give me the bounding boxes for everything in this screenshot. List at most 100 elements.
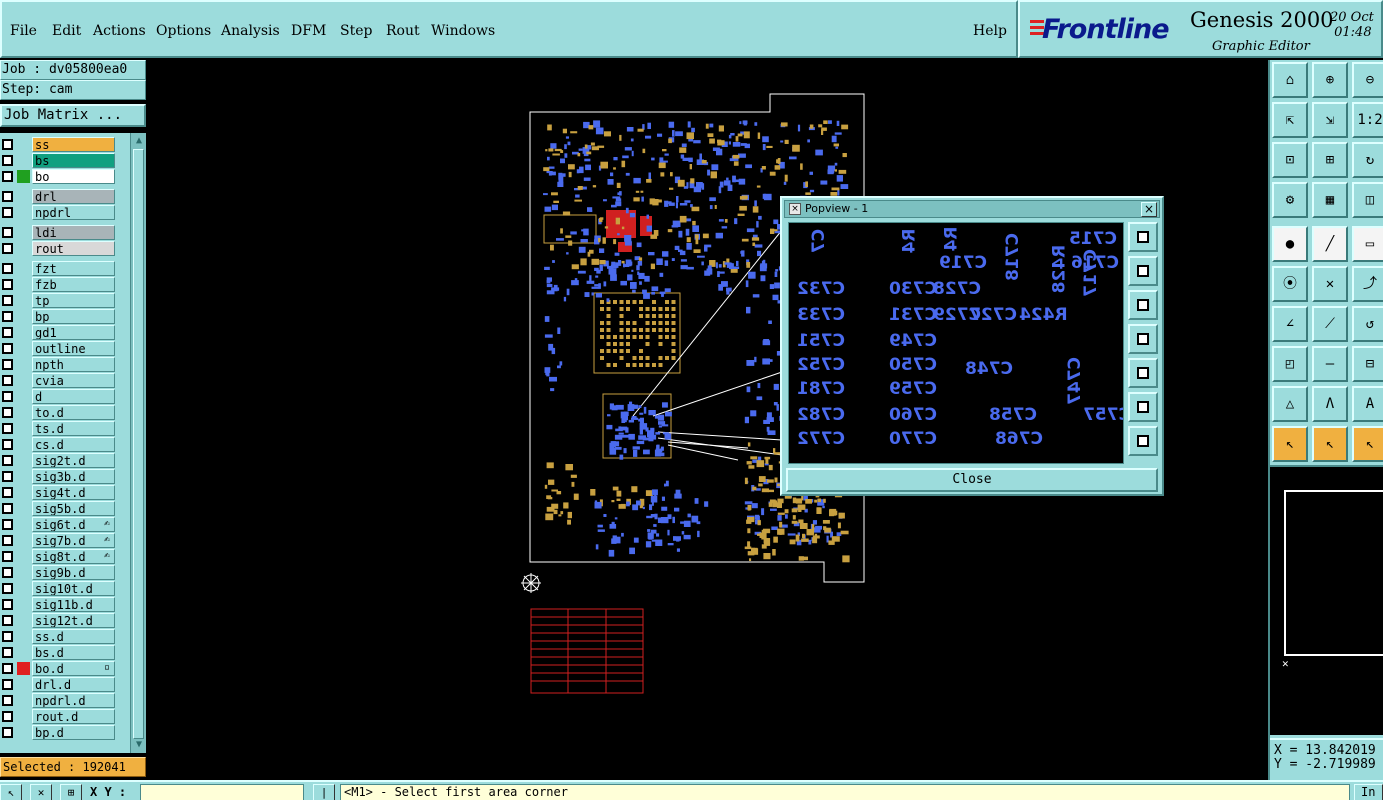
zoom-out-button[interactable]: ⊖ [1352,62,1383,98]
layer-checkbox[interactable] [2,375,13,386]
layer-checkbox[interactable] [2,343,13,354]
layer-row[interactable]: d [0,389,130,404]
layer-row[interactable]: sig5b.d [0,501,130,516]
layer-name[interactable]: d [32,389,115,404]
menu-actions[interactable]: Actions [93,23,146,39]
diagonal-button[interactable]: ⟋ [1312,306,1348,342]
zoom-in-button[interactable]: ⊕ [1312,62,1348,98]
menu-step[interactable]: Step [340,23,372,39]
layer-name[interactable]: sig12t.d [32,613,115,628]
layer-row[interactable]: ss [0,137,130,152]
connect-button[interactable]: ⤴ [1352,266,1383,302]
draw-line-button[interactable]: ╱ [1312,226,1348,262]
layer-checkbox[interactable] [2,647,13,658]
layer-row[interactable]: sig6t.d ✍ [0,517,130,532]
layer-row[interactable]: bo.d ▫ [0,661,130,676]
menu-analysis[interactable]: Analysis [221,23,280,39]
layer-checkbox[interactable] [2,171,13,182]
pointer-button[interactable]: ↖ [1272,426,1308,462]
layer-checkbox[interactable] [2,423,13,434]
layer-checkbox[interactable] [2,455,13,466]
popview-close-button[interactable]: Close [786,468,1158,492]
layer-checkbox[interactable] [2,243,13,254]
center-button[interactable]: ⊞ [1312,142,1348,178]
arc-button[interactable]: Λ [1312,386,1348,422]
layer-scrollbar[interactable]: ▲ ▼ [130,133,146,753]
menu-edit[interactable]: Edit [52,23,81,39]
layer-row[interactable]: npdrl [0,205,130,220]
redraw-button[interactable]: ↻ [1352,142,1383,178]
layer-checkbox[interactable] [2,227,13,238]
layer-name[interactable]: fzt [32,261,115,276]
menu-help[interactable]: Help [973,23,1007,39]
menu-options[interactable]: Options [156,23,211,39]
layer-checkbox[interactable] [2,695,13,706]
layer-name[interactable]: ss.d [32,629,115,644]
layer-name[interactable]: bp.d [32,725,115,740]
measure-button[interactable]: ▭ [1352,226,1383,262]
layer-checkbox[interactable] [2,139,13,150]
layer-checkbox[interactable] [2,439,13,450]
layer-checkbox[interactable] [2,615,13,626]
layer-checkbox[interactable] [2,407,13,418]
layer-checkbox[interactable] [2,503,13,514]
layer-name[interactable]: sig11b.d [32,597,115,612]
layer-checkbox[interactable] [2,471,13,482]
layer-name[interactable]: ldi [32,225,115,240]
layer-name[interactable]: fzb [32,277,115,292]
angle-button[interactable]: ∠ [1272,306,1308,342]
popview-left-button[interactable] [1128,324,1158,354]
layer-row[interactable]: cvia [0,373,130,388]
layer-row[interactable]: ts.d [0,421,130,436]
xy-input[interactable] [140,784,304,800]
pan-button[interactable]: ⇲ [1312,102,1348,138]
layer-row[interactable]: sig8t.d ✍ [0,549,130,564]
layer-name[interactable]: bo.d [32,661,115,676]
popview-snapshot-button[interactable] [1128,222,1158,252]
layer-checkbox[interactable] [2,191,13,202]
undo-button[interactable]: ↺ [1352,306,1383,342]
scroll-down-icon[interactable]: ▼ [133,739,145,751]
layer-name[interactable]: bs [32,153,115,168]
status-right-button[interactable]: In [1354,784,1383,800]
layer-name[interactable]: drl.d [32,677,115,692]
layer-row[interactable]: sig4t.d [0,485,130,500]
layer-row[interactable]: fzb [0,277,130,292]
popview-right-button[interactable] [1128,358,1158,388]
layer-row[interactable]: drl [0,189,130,204]
layer-row[interactable]: rout.d [0,709,130,724]
layer-row[interactable]: ldi [0,225,130,240]
layer-name[interactable]: cvia [32,373,115,388]
scroll-thumb[interactable] [133,149,144,739]
cursor-mode-icon[interactable]: | [313,784,335,800]
window-button[interactable]: ⊡ [1272,142,1308,178]
layer-row[interactable]: drl.d [0,677,130,692]
layer-name[interactable]: drl [32,189,115,204]
intersect-button[interactable]: ✕ [1312,266,1348,302]
layer-checkbox[interactable] [2,279,13,290]
layer-name[interactable]: bs.d [32,645,115,660]
layer-name[interactable]: to.d [32,405,115,420]
layer-row[interactable]: bs [0,153,130,168]
zoom-home-button[interactable]: ⌂ [1272,62,1308,98]
layer-checkbox[interactable] [2,727,13,738]
layer-checkbox[interactable] [2,155,13,166]
menu-file[interactable]: File [10,23,37,39]
layer-name[interactable]: rout [32,241,115,256]
layer-name[interactable]: sig5b.d [32,501,115,516]
layer-name[interactable]: rout.d [32,709,115,724]
layer-checkbox[interactable] [2,487,13,498]
layer-name[interactable]: bp [32,309,115,324]
layer-name[interactable]: outline [32,341,115,356]
layer-row[interactable]: sig7b.d ✍ [0,533,130,548]
layer-name[interactable]: bo [32,169,115,184]
job-matrix-button[interactable]: Job Matrix ... [0,104,146,127]
grid-select-icon[interactable]: ⊞ [60,784,82,800]
record-button[interactable]: ● [1272,226,1308,262]
layer-checkbox[interactable] [2,359,13,370]
layer-name[interactable]: sig2t.d [32,453,115,468]
fit-button[interactable]: ⇱ [1272,102,1308,138]
layer-checkbox[interactable] [2,567,13,578]
layer-name[interactable]: sig9b.d [32,565,115,580]
layer-name[interactable]: sig7b.d [32,533,115,548]
